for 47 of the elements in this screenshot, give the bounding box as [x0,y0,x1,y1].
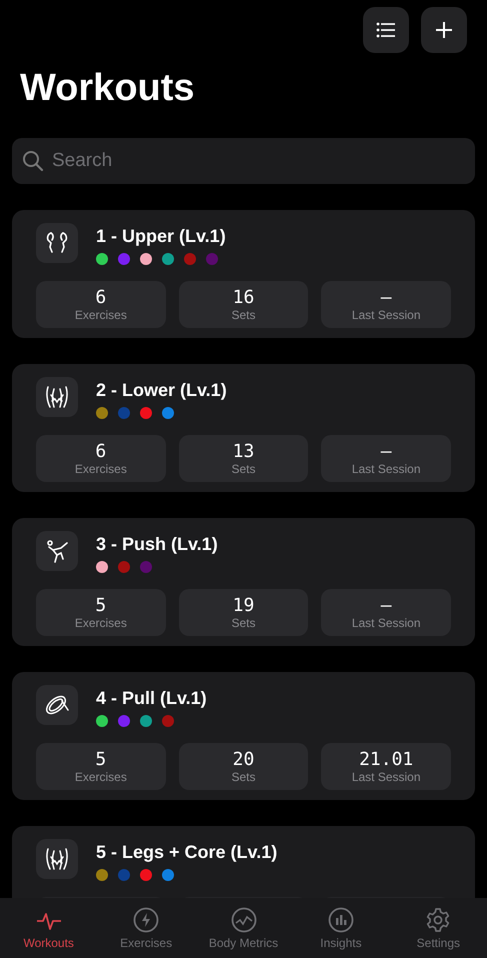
stat-label: Last Session [352,308,421,322]
search-bar[interactable]: Search [12,138,475,184]
stat-label: Sets [232,770,256,784]
stat-value: 13 [232,440,254,462]
stat-value: 21.01 [359,748,414,770]
line-chart-icon [230,906,257,932]
page-title: Workouts [20,66,196,111]
workout-card[interactable]: 3 - Push (Lv.1) 5 Exercises 19 Sets – Last Session [12,518,475,646]
workout-card[interactable]: 4 - Pull (Lv.1) 5 Exercises 20 Sets 21.01 Last Session [12,672,475,800]
list-view-button[interactable] [363,7,409,53]
stat-label: Sets [232,616,256,630]
workout-name: 2 - Lower (Lv.1) [96,379,227,401]
workout-name: 1 - Upper (Lv.1) [96,225,226,247]
workout-card[interactable]: 5 - Legs + Core (Lv.1) [12,826,475,898]
stat-value: 6 [95,440,106,462]
lightning-icon [133,906,160,932]
stat-label: Exercises [74,770,127,784]
stat-value: – [380,440,392,462]
stat-label: Sets [232,308,256,322]
stat-value: 5 [95,748,106,770]
stat-value: – [380,594,392,616]
search-icon [22,150,44,172]
workout-card[interactable]: 2 - Lower (Lv.1) 6 Exercises 13 Sets – Last Session [12,364,475,492]
list-icon [376,22,396,38]
add-button[interactable] [421,7,467,53]
stat-label: Exercises [74,616,127,630]
workout-name: 4 - Pull (Lv.1) [96,687,207,709]
stat-value: – [380,286,392,308]
stat-value: 20 [232,748,254,770]
stat-label: Last Session [352,462,421,476]
stat-value: 19 [232,594,254,616]
workout-name: 5 - Legs + Core (Lv.1) [96,841,278,863]
stat-value: 16 [232,286,254,308]
bar-chart-icon [328,906,354,932]
stat-label: Exercises [74,308,127,322]
stat-label: Last Session [352,770,421,784]
nav-tab[interactable]: Workouts [0,898,98,958]
stat-value: 6 [95,286,106,308]
plus-icon [435,21,453,39]
settings-icon [425,906,452,932]
stat-label: Last Session [352,616,421,630]
stat-label: Sets [232,462,256,476]
stat-label: Exercises [74,462,127,476]
stat-value: 5 [95,594,106,616]
search-field[interactable]: Search [52,146,465,176]
workout-name: 3 - Push (Lv.1) [96,533,218,555]
workout-card[interactable]: 1 - Upper (Lv.1) 6 Exercises 16 Sets – Last Session [12,210,475,338]
